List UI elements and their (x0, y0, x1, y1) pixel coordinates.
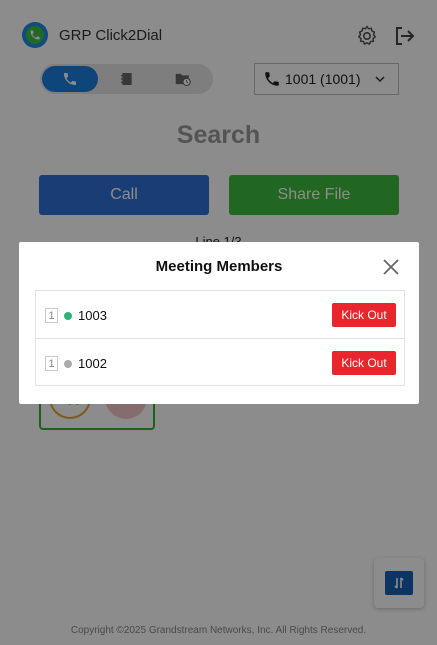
modal-title: Meeting Members (155, 258, 283, 275)
kick-out-button[interactable]: Kick Out (332, 303, 396, 327)
member-row: 1 1003 Kick Out (36, 291, 404, 339)
member-list: 1 1003 Kick Out 1 1002 Kick Out (35, 290, 405, 386)
member-index: 1 (45, 356, 58, 371)
member-index: 1 (45, 308, 58, 323)
kick-out-button[interactable]: Kick Out (332, 351, 396, 375)
member-row: 1 1002 Kick Out (36, 339, 404, 387)
member-name: 1003 (78, 308, 107, 323)
status-dot (64, 360, 72, 368)
meeting-members-dialog: Meeting Members 1 1003 Kick Out 1 1002 K… (19, 242, 419, 404)
status-dot (64, 312, 72, 320)
member-name: 1002 (78, 356, 107, 371)
close-icon[interactable] (381, 257, 401, 277)
